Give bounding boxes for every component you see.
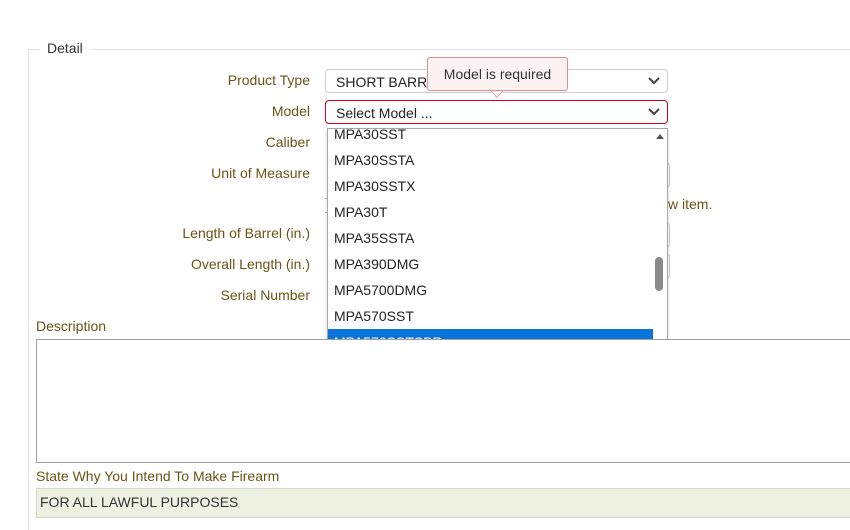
intent-label: State Why You Intend To Make Firearm <box>36 468 280 484</box>
description-textarea[interactable] <box>36 339 850 463</box>
model-option[interactable]: MPA35SSTA <box>328 225 654 251</box>
model-option[interactable]: MPA30T <box>328 199 654 225</box>
model-select-value: Select Model ... <box>336 105 433 121</box>
chevron-down-icon <box>648 77 660 85</box>
model-option[interactable]: MPA5700DMG <box>328 277 654 303</box>
length-of-barrel-label: Length of Barrel (in.) <box>182 225 310 241</box>
serial-number-label: Serial Number <box>220 287 310 303</box>
product-type-value: SHORT BARR <box>336 74 428 90</box>
unit-of-measure-label: Unit of Measure <box>211 165 310 181</box>
model-dropdown-list[interactable]: MPA30SST MPA30SSTA MPA30SSTX MPA30T MPA35SST… <box>327 128 668 366</box>
new-item-label: w item. <box>668 196 713 212</box>
intent-field: FOR ALL LAWFUL PURPOSES <box>36 488 850 518</box>
product-type-label: Product Type <box>227 72 310 88</box>
model-options: MPA30SST MPA30SSTA MPA30SSTX MPA30T MPA35SST… <box>328 129 654 365</box>
scrollbar-thumb[interactable] <box>655 257 663 291</box>
model-option[interactable]: MPA30SST <box>328 129 654 147</box>
overall-length-label: Overall Length (in.) <box>190 256 310 272</box>
model-option[interactable]: MPA30SSTA <box>328 147 654 173</box>
model-option[interactable]: MPA570SST <box>328 303 654 329</box>
model-option[interactable]: MPA390DMG <box>328 251 654 277</box>
description-label: Description <box>36 318 107 334</box>
caliber-label: Caliber <box>265 134 310 150</box>
model-select[interactable]: Select Model ... <box>325 100 668 124</box>
scroll-up-arrow-icon[interactable] <box>656 134 664 139</box>
model-label: Model <box>271 103 310 119</box>
detail-legend: Detail <box>40 40 90 56</box>
chevron-down-icon <box>648 108 660 116</box>
dropdown-scrollbar[interactable] <box>653 129 667 365</box>
model-required-tooltip: Model is required <box>427 57 568 91</box>
model-option[interactable]: MPA30SSTX <box>328 173 654 199</box>
